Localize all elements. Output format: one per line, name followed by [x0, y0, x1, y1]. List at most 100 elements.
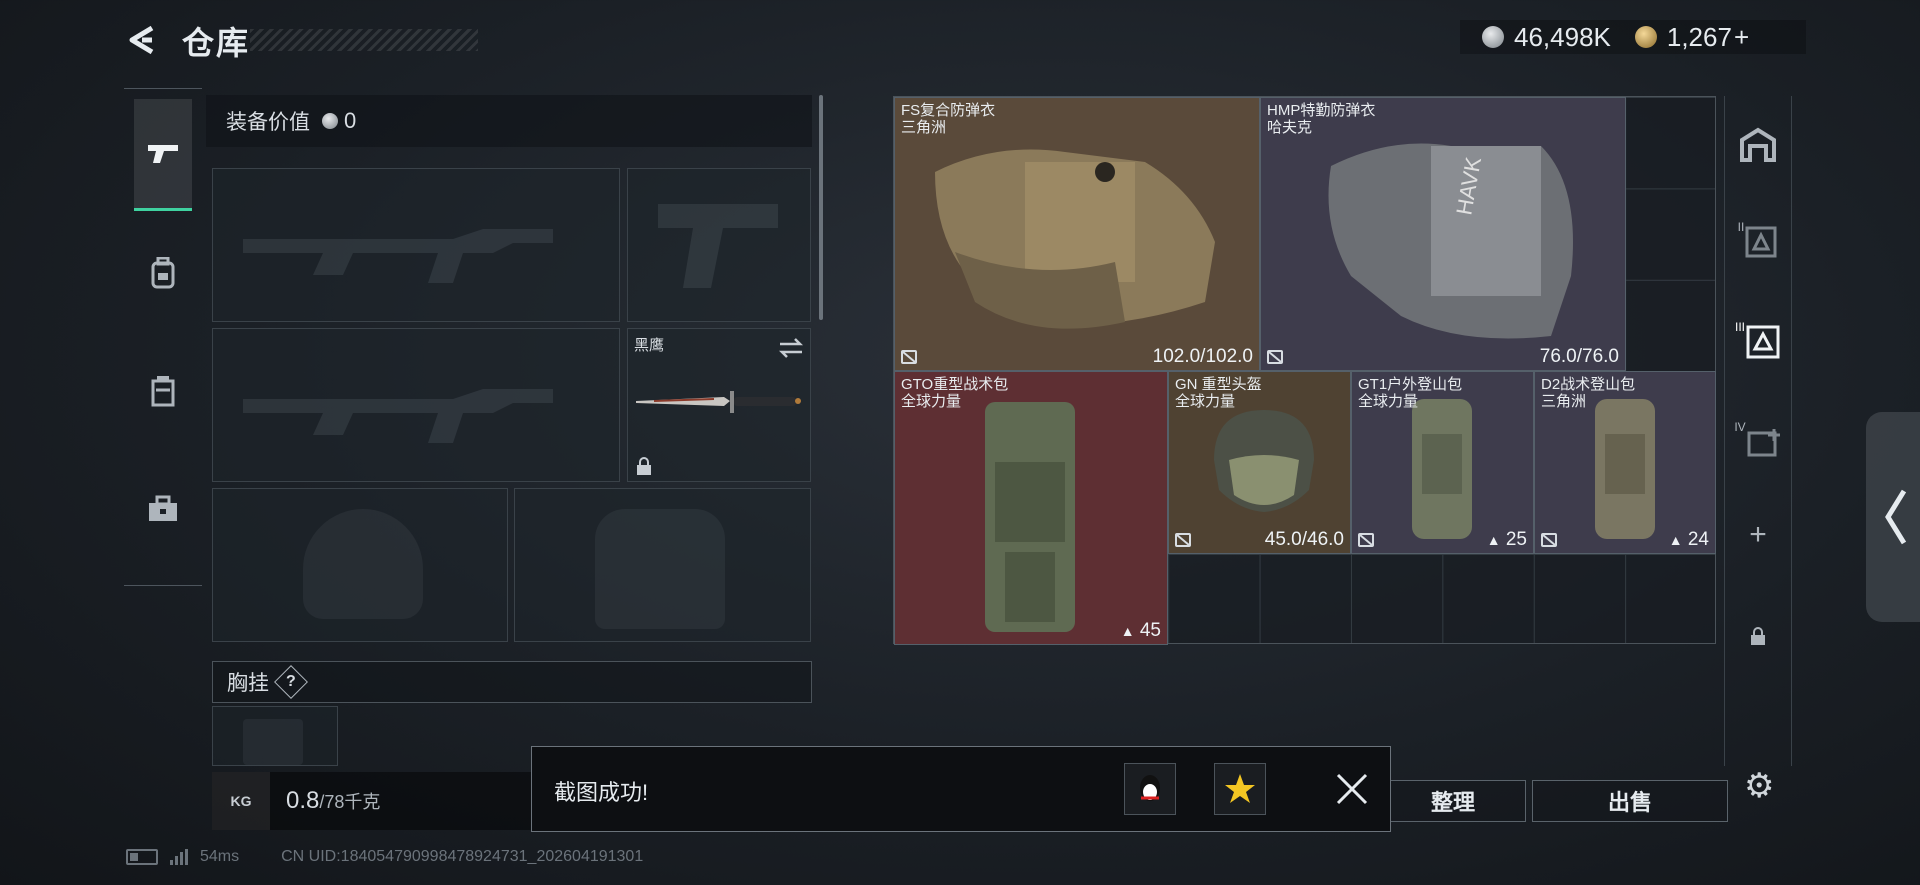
equipment-value: 0	[344, 108, 357, 133]
page-title: 仓库	[182, 25, 251, 61]
helmet-icon	[1214, 410, 1314, 512]
armor-placeholder-icon	[595, 509, 725, 629]
title-decoration	[250, 29, 478, 51]
tab-weapons[interactable]	[134, 99, 192, 211]
equipment-value-label: 装备价值	[226, 111, 310, 134]
add-warehouse-icon	[1747, 429, 1780, 457]
tab-warehouse-iii[interactable]: III	[1725, 314, 1791, 370]
screenshot-toast: 截图成功!	[531, 746, 1391, 832]
durability-icon	[1267, 350, 1283, 364]
grid-item-d2-bag[interactable]: D2战术登山包 三角洲 ▲ 24	[1534, 371, 1716, 554]
gold-balance[interactable]: 1,267+	[1667, 22, 1749, 53]
durability-icon	[1358, 533, 1374, 547]
rifle-placeholder-icon	[243, 389, 553, 443]
item-durability: 45.0/46.0	[1264, 529, 1344, 550]
item-name: HMP特勤防弹衣 哈夫克	[1267, 102, 1376, 136]
chest-rig-slot[interactable]	[212, 706, 338, 766]
sell-button[interactable]: 出售	[1532, 780, 1728, 822]
share-qzone-button[interactable]	[1214, 763, 1266, 815]
item-durability: 76.0/76.0	[1539, 346, 1619, 367]
organize-button[interactable]: 整理	[1380, 780, 1526, 822]
item-durability: 102.0/102.0	[1152, 346, 1253, 367]
tab-label: IV	[1734, 420, 1746, 434]
share-qq-button[interactable]	[1124, 763, 1176, 815]
settings-gear-icon[interactable]: ⚙	[1744, 766, 1774, 806]
close-icon[interactable]	[1332, 769, 1372, 809]
backpack-icon	[1412, 399, 1472, 539]
add-gold-icon[interactable]: +	[1734, 22, 1749, 52]
warehouse-tab-icon	[1746, 325, 1780, 359]
grid-item-gn-helmet[interactable]: GN 重型头盔 全球力量 45.0/46.0	[1168, 371, 1351, 554]
chest-rig-label: 胸挂	[227, 672, 269, 695]
toast-message: 截图成功!	[554, 780, 649, 805]
grid-item-gt1-bag[interactable]: GT1户外登山包 全球力量 ▲ 25	[1351, 371, 1534, 554]
player-uid: CN UID:1840547909984789247​31_2026041913…	[281, 848, 644, 865]
grid-item-fs-armor[interactable]: FS复合防弹衣 三角洲 102.0/102.0	[894, 97, 1260, 371]
locked-tab	[1725, 616, 1791, 656]
warehouse-tab-rail: II III IV +	[1724, 96, 1792, 766]
armor-vest-icon: HAVK	[1328, 143, 1573, 339]
back-arrow-icon[interactable]	[126, 24, 158, 56]
tab-warehouse-all[interactable]	[1725, 116, 1791, 172]
currency-bar: 46,498K 1,267+	[1460, 20, 1806, 54]
tab-gear[interactable]	[134, 217, 192, 329]
capacity-icon: ▲	[1486, 532, 1501, 548]
pistol-placeholder-icon	[658, 204, 778, 288]
item-name: GN 重型头盔 全球力量	[1175, 376, 1262, 410]
item-name: FS复合防弹衣 三角洲	[901, 102, 996, 136]
grid-item-hmp-armor[interactable]: HAVK HMP特勤防弹衣 哈夫克 76.0/76.0	[1260, 97, 1626, 371]
swap-icon[interactable]	[778, 337, 804, 359]
chevron-left-icon	[1885, 489, 1907, 545]
add-tab-button[interactable]: +	[1725, 510, 1791, 560]
weight-bar: KG 0.8 /78千克	[212, 772, 532, 830]
equipment-scrollbar[interactable]	[819, 95, 823, 320]
pistol-slot[interactable]	[627, 168, 811, 322]
armor-vest-icon	[935, 149, 1215, 329]
helmet-placeholder-icon	[303, 509, 423, 619]
tab-warehouse-iv[interactable]: IV	[1725, 414, 1791, 470]
melee-name: 黑鹰	[634, 337, 665, 354]
gold-coin-icon	[1634, 26, 1657, 48]
tab-containers[interactable]	[134, 335, 192, 447]
expand-panel-handle[interactable]	[1866, 412, 1920, 622]
durability-icon	[1541, 533, 1557, 547]
help-icon[interactable]: ?	[274, 665, 308, 699]
capacity-icon: ▲	[1668, 532, 1683, 548]
chest-rig-header: 胸挂 ?	[212, 661, 812, 703]
item-name: GT1户外登山包 全球力量	[1358, 376, 1463, 410]
qzone-star-icon	[1225, 774, 1255, 803]
container-icon	[151, 376, 175, 407]
grid-item-gto-bag[interactable]: GTO重型战术包 全球力量 ▲ 45	[894, 371, 1168, 645]
warehouse-grid[interactable]: FS复合防弹衣 三角洲 102.0/102.0 HAVK HMP特勤防弹衣 哈夫克 …	[893, 96, 1716, 645]
weight-icon: KG	[212, 772, 270, 830]
toolbox-icon	[149, 495, 177, 521]
lock-icon	[1751, 627, 1765, 645]
backpack-icon	[1595, 399, 1655, 539]
ping-value: 54ms	[200, 848, 240, 865]
vest-placeholder-icon	[243, 719, 303, 765]
melee-slot[interactable]: 黑鹰	[627, 328, 811, 482]
primary-weapon-slot[interactable]	[212, 168, 620, 322]
item-capacity: ▲ 24	[1668, 529, 1709, 550]
tab-label: II	[1737, 220, 1745, 234]
helmet-slot[interactable]	[212, 488, 508, 642]
rifle-placeholder-icon	[243, 229, 553, 283]
item-capacity: ▲ 45	[1120, 620, 1161, 641]
tab-toolbox[interactable]	[134, 453, 192, 565]
signal-icon	[170, 849, 188, 865]
backpack-icon	[985, 402, 1075, 632]
battery-icon	[126, 849, 158, 865]
weight-current: 0.8	[286, 787, 320, 814]
tab-warehouse-ii[interactable]: II	[1725, 214, 1791, 270]
item-name: D2战术登山包 三角洲	[1541, 376, 1636, 410]
capacity-icon: ▲	[1120, 623, 1135, 639]
pistol-icon	[148, 144, 178, 163]
warehouse-icon	[1740, 127, 1776, 162]
status-bar: 54ms CN UID:1840547909984789247​31_20260…	[126, 848, 643, 866]
qq-penguin-icon	[1140, 775, 1160, 801]
item-name: GTO重型战术包 全球力量	[901, 376, 1009, 410]
lock-icon	[637, 457, 651, 475]
backpack-icon	[151, 257, 175, 289]
secondary-weapon-slot[interactable]	[212, 328, 620, 482]
armor-slot[interactable]	[514, 488, 811, 642]
